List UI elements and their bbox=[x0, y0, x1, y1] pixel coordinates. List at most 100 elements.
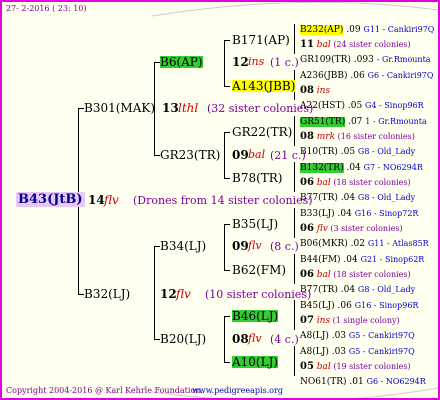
p1-year: 13 bbox=[162, 101, 179, 115]
ancestor-origin: G21 - Sinop62R bbox=[360, 255, 425, 264]
ancestor-row: B06(MKR) .02 G11 - Atlas85R bbox=[300, 233, 429, 249]
ancestor-row: B77(TR) .04 G8 - Old_Lady bbox=[300, 279, 415, 295]
ancestor-note: (19 sister colonies) bbox=[330, 362, 411, 371]
ancestor-row: B232(AP) .09 G11 - Cankiri97Q bbox=[300, 19, 434, 35]
gg2-name: A143(JBB) bbox=[232, 79, 296, 93]
ancestor-origin: - Gr.Rmounta bbox=[376, 55, 431, 64]
connector bbox=[224, 316, 230, 317]
ancestor-name: A8(LJ) bbox=[300, 331, 329, 341]
ancestor-row: B44(FM) .04 G21 - Sinop62R bbox=[300, 249, 424, 265]
p2-name: B32(LJ) bbox=[84, 287, 131, 301]
ancestor-origin: G16 - Sinop96R bbox=[354, 301, 419, 310]
pedigree-frame: 27- 2-2016 ( 23: 10) B43(JtB) 14 flv (Dr… bbox=[0, 0, 440, 400]
gg4-name: B78(TR) bbox=[232, 171, 283, 185]
ancestor-code: .05 bbox=[345, 101, 366, 111]
gg3-name: GR22(TR) bbox=[232, 125, 293, 139]
p2-year: 12 bbox=[160, 287, 177, 301]
connector bbox=[224, 270, 230, 271]
connector bbox=[224, 86, 230, 87]
g3-branch-line bbox=[224, 224, 225, 270]
ancestor-row: GR51(TR) .07 1 - Gr.Rmounta bbox=[300, 111, 427, 127]
ancestor-origin: G4 - Sinop96R bbox=[365, 101, 424, 110]
bracket-line bbox=[294, 24, 295, 54]
ancestor-name: B10(TR) bbox=[300, 147, 338, 157]
ancestor-row: B33(LJ) .04 G16 - Sinop72R bbox=[300, 203, 418, 219]
ancestor-code: .01 bbox=[346, 377, 367, 387]
gg5-insem: flv bbox=[248, 239, 262, 252]
p1-name: B301(MAK) bbox=[84, 101, 156, 115]
ancestor-row: A22(HST) .05 G4 - Sinop96R bbox=[300, 95, 424, 111]
ancestor-note: (3 sister colonies) bbox=[327, 224, 403, 233]
ancestor-origin: G6 - NO6294R bbox=[366, 377, 426, 386]
gg7-year: 08 bbox=[232, 332, 249, 346]
gg1-year: 12 bbox=[232, 55, 249, 69]
ancestor-origin: G11 - Cankiri97Q bbox=[363, 25, 435, 34]
ancestor-code: .04 bbox=[337, 285, 358, 295]
ancestor-name: NO61(TR) bbox=[300, 377, 347, 387]
ancestor-name: B77(TR) bbox=[300, 285, 338, 295]
gg1-insem: ins bbox=[248, 55, 265, 68]
p1-note: (32 sister colonies) bbox=[207, 102, 314, 115]
connector bbox=[224, 362, 230, 363]
ancestor-row: NO61(TR) .01 G6 - NO6294R bbox=[300, 371, 426, 387]
gg1-note: (1 c.) bbox=[270, 56, 299, 69]
ancestor-row: B132(TR) .04 G7 - NO6294R bbox=[300, 157, 423, 173]
ancestor-name: A22(HST) bbox=[300, 101, 345, 111]
root-insem: flv bbox=[104, 193, 119, 207]
ancestor-row: 06 flv (3 sister colonies) bbox=[300, 218, 403, 234]
ancestor-origin: G5 - Cankiri97Q bbox=[348, 347, 415, 356]
g4-name: B20(LJ) bbox=[160, 332, 207, 346]
p1-insem: lthl bbox=[178, 101, 199, 115]
ancestor-row: A236(JBB) .06 G6 - Cankiri97Q bbox=[300, 65, 433, 81]
ancestor-row: B77(TR) .04 G8 - Old_Lady bbox=[300, 187, 415, 203]
ancestor-note: (16 sister colonies) bbox=[335, 132, 415, 141]
gg3-year: 09 bbox=[232, 148, 249, 162]
gg5-note: (8 c.) bbox=[270, 240, 299, 253]
ancestor-origin: G8 - Old_Lady bbox=[357, 193, 416, 202]
g4-branch-line bbox=[224, 316, 225, 362]
ancestor-origin: G8 - Old_Lady bbox=[357, 147, 416, 156]
bracket-line bbox=[294, 208, 295, 238]
ancestor-origin: G8 - Old_Lady bbox=[357, 285, 416, 294]
g3-name: B34(LJ) bbox=[160, 239, 207, 253]
copyright: Copyright 2004-2016 @ Karl Kehrle Founda… bbox=[6, 386, 203, 395]
ancestor-code: .06 bbox=[347, 71, 368, 81]
gg1-name: B171(AP) bbox=[232, 33, 290, 47]
gg7-name: B46(LJ) bbox=[232, 309, 279, 323]
ancestor-name: B06(MKR) bbox=[300, 239, 348, 249]
ancestor-row: 08 ins bbox=[300, 80, 330, 96]
connector bbox=[224, 40, 230, 41]
gg5-name: B35(LJ) bbox=[232, 217, 279, 231]
ancestor-row: B10(TR) .05 G8 - Old_Lady bbox=[300, 141, 415, 157]
gg8-name: A10(LJ) bbox=[232, 355, 279, 369]
bracket-line bbox=[294, 254, 295, 284]
ancestor-note: (24 sister colonies) bbox=[330, 40, 411, 49]
ancestor-origin: G16 - Sinop72R bbox=[354, 209, 419, 218]
root-note: (Drones from 14 sister colonies) bbox=[133, 194, 313, 207]
connector bbox=[224, 178, 230, 179]
p2-note: (10 sister colonies) bbox=[205, 288, 312, 301]
ancestor-row: GR109(TR) .093 - Gr.Rmounta bbox=[300, 49, 431, 65]
ancestor-origin: G5 - Cankiri97Q bbox=[348, 331, 415, 340]
ancestor-code: .05 bbox=[337, 147, 358, 157]
p2-insem: flv bbox=[176, 287, 191, 301]
ancestor-origin: G6 - Cankiri97Q bbox=[367, 71, 434, 80]
ancestor-row: A8(LJ) .03 G5 - Cankiri97Q bbox=[300, 341, 415, 357]
website-link[interactable]: www.pedigreeapis.org bbox=[192, 387, 283, 395]
ancestor-name: B77(TR) bbox=[300, 193, 338, 203]
ancestor-note: (18 sister colonies) bbox=[330, 270, 411, 279]
ancestor-row: A8(LJ) .03 G5 - Cankiri97Q bbox=[300, 325, 415, 341]
gg3-insem: bal bbox=[248, 148, 266, 161]
ancestor-code: .03 bbox=[328, 331, 349, 341]
ancestor-row: B45(LJ) .06 G16 - Sinop96R bbox=[300, 295, 418, 311]
ancestor-origin: G11 - Atlas85R bbox=[367, 239, 429, 248]
gg5-year: 09 bbox=[232, 239, 249, 253]
ancestor-origin: 1 - Gr.Rmounta bbox=[365, 117, 427, 126]
connector bbox=[224, 132, 230, 133]
ancestor-code: .02 bbox=[347, 239, 368, 249]
ancestor-code: .093 bbox=[350, 55, 377, 65]
root-queen: B43(JtB) bbox=[16, 192, 85, 207]
gg7-insem: flv bbox=[248, 332, 262, 345]
gg7-note: (4 c.) bbox=[270, 333, 299, 346]
bracket-line bbox=[294, 346, 295, 376]
